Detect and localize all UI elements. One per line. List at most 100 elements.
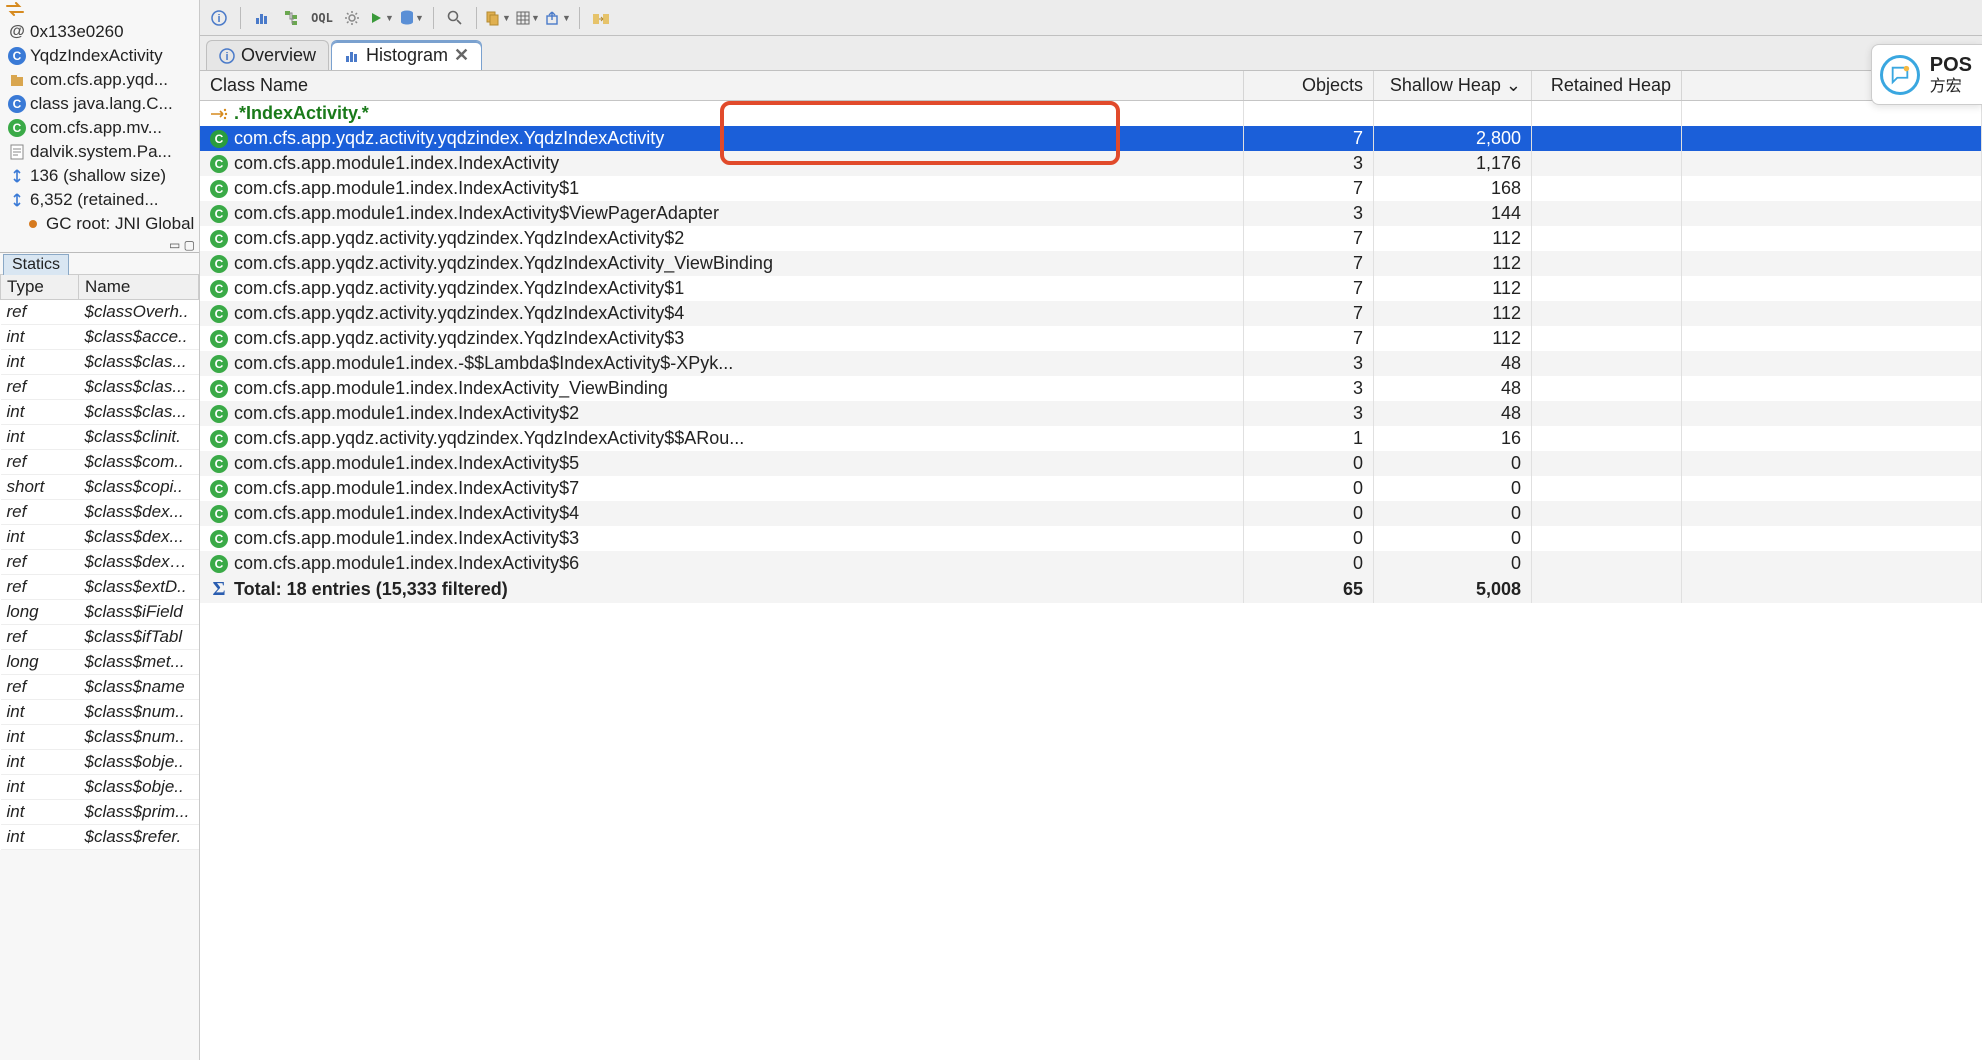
statics-row[interactable]: int$class$acce.. xyxy=(1,325,199,350)
statics-row[interactable]: ref$class$com.. xyxy=(1,450,199,475)
statics-row[interactable]: long$class$iField xyxy=(1,600,199,625)
statics-row[interactable]: int$class$prim... xyxy=(1,800,199,825)
statics-row[interactable]: ref$class$ifTabl xyxy=(1,625,199,650)
prop-type: int xyxy=(1,325,79,350)
compare-icon[interactable] xyxy=(588,5,614,31)
statics-row[interactable]: ref$class$dex... xyxy=(1,500,199,525)
col-shallow-heap[interactable]: Shallow Heap ⌄ xyxy=(1374,71,1532,101)
statics-row[interactable]: ref$class$extD.. xyxy=(1,575,199,600)
col-type[interactable]: Type xyxy=(1,275,79,300)
table-row[interactable]: Ccom.cfs.app.yqdz.activity.yqdzindex.Yqd… xyxy=(200,326,1982,351)
table-row[interactable]: Ccom.cfs.app.module1.index.IndexActivity… xyxy=(200,401,1982,426)
col-class-name[interactable]: Class Name xyxy=(200,71,1244,101)
class-name-cell: com.cfs.app.module1.index.IndexActivity$… xyxy=(234,203,719,224)
tree-icon[interactable] xyxy=(279,5,305,31)
prop-name: $class$dex... xyxy=(79,525,199,550)
statics-tab[interactable]: Statics xyxy=(3,254,69,275)
histogram-icon[interactable] xyxy=(249,5,275,31)
table-row[interactable]: Ccom.cfs.app.module1.index.IndexActivity… xyxy=(200,376,1982,401)
statics-row[interactable]: int$class$clas... xyxy=(1,400,199,425)
statics-table[interactable]: Type Name ref$classOverh..int$class$acce… xyxy=(0,274,199,850)
table-row[interactable]: Ccom.cfs.app.yqdz.activity.yqdzindex.Yqd… xyxy=(200,226,1982,251)
floating-chat-widget[interactable]: POS 方宏 xyxy=(1871,44,1982,105)
histogram-grid[interactable]: Class Name Objects Shallow Heap ⌄ Retain… xyxy=(200,71,1982,1060)
statics-row[interactable]: int$class$dex... xyxy=(1,525,199,550)
tree-node[interactable]: CYqdzIndexActivity xyxy=(8,44,195,68)
statics-row[interactable]: int$class$clinit. xyxy=(1,425,199,450)
statics-row[interactable]: int$class$obje.. xyxy=(1,750,199,775)
class-icon: C xyxy=(210,330,228,348)
prop-type: int xyxy=(1,825,79,850)
statics-row[interactable]: int$class$num.. xyxy=(1,725,199,750)
statics-row[interactable]: int$class$refer. xyxy=(1,825,199,850)
retained-cell xyxy=(1532,151,1682,176)
tree-node[interactable]: com.cfs.app.yqd... xyxy=(8,68,195,92)
db-icon[interactable]: ▼ xyxy=(399,5,425,31)
table-row[interactable]: Ccom.cfs.app.module1.index.IndexActivity… xyxy=(200,476,1982,501)
tab-overview[interactable]: i Overview xyxy=(206,40,329,70)
tree-node[interactable]: Ccom.cfs.app.mv... xyxy=(8,116,195,140)
statics-row[interactable]: int$class$clas... xyxy=(1,350,199,375)
class-name-cell: com.cfs.app.yqdz.activity.yqdzindex.Yqdz… xyxy=(234,328,684,349)
prop-name: $class$clinit. xyxy=(79,425,199,450)
export-icon[interactable]: ▼ xyxy=(545,5,571,31)
retained-cell xyxy=(1532,501,1682,526)
table-row[interactable]: Ccom.cfs.app.yqdz.activity.yqdzindex.Yqd… xyxy=(200,251,1982,276)
objects-cell: 7 xyxy=(1244,326,1374,351)
statics-row[interactable]: int$class$num.. xyxy=(1,700,199,725)
statics-row[interactable]: short$class$copi.. xyxy=(1,475,199,500)
class-icon: C xyxy=(210,430,228,448)
close-icon[interactable]: ✕ xyxy=(454,45,469,66)
tree-node[interactable]: @0x133e0260 xyxy=(8,20,195,44)
grid-icon[interactable]: ▼ xyxy=(515,5,541,31)
statics-row[interactable]: ref$class$dexT... xyxy=(1,550,199,575)
table-row[interactable]: Ccom.cfs.app.module1.index.IndexActivity… xyxy=(200,526,1982,551)
prop-type: ref xyxy=(1,500,79,525)
table-row[interactable]: Ccom.cfs.app.module1.index.IndexActivity… xyxy=(200,201,1982,226)
tree-node[interactable]: GC root: JNI Global xyxy=(8,212,195,236)
prop-type: int xyxy=(1,775,79,800)
table-row[interactable]: Ccom.cfs.app.yqdz.activity.yqdzindex.Yqd… xyxy=(200,276,1982,301)
statics-row[interactable]: long$class$met... xyxy=(1,650,199,675)
prop-name: $class$dexT... xyxy=(79,550,199,575)
table-row[interactable]: Ccom.cfs.app.module1.index.-$$Lambda$Ind… xyxy=(200,351,1982,376)
col-objects[interactable]: Objects xyxy=(1244,71,1374,101)
panel-mini-toolbar[interactable]: ▭ ▢ xyxy=(0,238,199,252)
statics-row[interactable]: int$class$obje.. xyxy=(1,775,199,800)
class-icon: C xyxy=(210,280,228,298)
statics-row[interactable]: ref$class$clas... xyxy=(1,375,199,400)
objects-cell: 0 xyxy=(1244,451,1374,476)
info-icon[interactable]: i xyxy=(206,5,232,31)
tree-node[interactable]: dalvik.system.Pa... xyxy=(8,140,195,164)
prop-name: $class$clas... xyxy=(79,350,199,375)
regex-filter-row[interactable]: .*IndexActivity.* xyxy=(200,101,1982,127)
table-row[interactable]: Ccom.cfs.app.module1.index.IndexActivity… xyxy=(200,501,1982,526)
table-row[interactable]: Ccom.cfs.app.yqdz.activity.yqdzindex.Yqd… xyxy=(200,126,1982,151)
tab-histogram[interactable]: Histogram ✕ xyxy=(331,40,482,70)
objects-cell: 7 xyxy=(1244,226,1374,251)
swap-icon[interactable] xyxy=(6,2,193,16)
table-row[interactable]: Ccom.cfs.app.yqdz.activity.yqdzindex.Yqd… xyxy=(200,426,1982,451)
table-row[interactable]: Ccom.cfs.app.module1.index.IndexActivity… xyxy=(200,176,1982,201)
histogram-icon xyxy=(344,48,360,64)
table-row[interactable]: Ccom.cfs.app.module1.index.IndexActivity… xyxy=(200,551,1982,576)
shallow-cell: 112 xyxy=(1374,276,1532,301)
col-retained-heap[interactable]: Retained Heap xyxy=(1532,71,1682,101)
run-icon[interactable]: ▼ xyxy=(369,5,395,31)
search-icon[interactable] xyxy=(442,5,468,31)
statics-row[interactable]: ref$class$name xyxy=(1,675,199,700)
objects-cell: 3 xyxy=(1244,201,1374,226)
object-tree[interactable]: @0x133e0260CYqdzIndexActivitycom.cfs.app… xyxy=(0,18,199,238)
table-row[interactable]: Ccom.cfs.app.module1.index.IndexActivity… xyxy=(200,151,1982,176)
tree-node[interactable]: 6,352 (retained... xyxy=(8,188,195,212)
table-row[interactable]: Ccom.cfs.app.yqdz.activity.yqdzindex.Yqd… xyxy=(200,301,1982,326)
statics-row[interactable]: ref$classOverh.. xyxy=(1,300,199,325)
tree-node[interactable]: Cclass java.lang.C... xyxy=(8,92,195,116)
table-row[interactable]: Ccom.cfs.app.module1.index.IndexActivity… xyxy=(200,451,1982,476)
oql-icon[interactable]: OQL xyxy=(309,5,335,31)
copy-icon[interactable]: ▼ xyxy=(485,5,511,31)
col-name[interactable]: Name xyxy=(79,275,199,300)
objects-cell: 1 xyxy=(1244,426,1374,451)
gear-icon[interactable] xyxy=(339,5,365,31)
tree-node[interactable]: 136 (shallow size) xyxy=(8,164,195,188)
